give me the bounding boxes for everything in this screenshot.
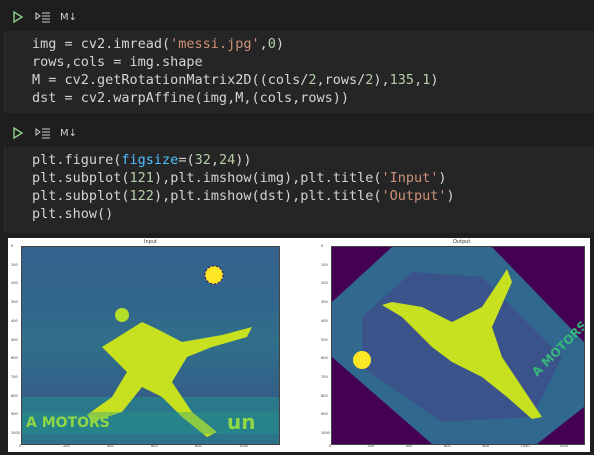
cell-1-toolbar: M↓: [0, 5, 594, 29]
markdown-toggle-button[interactable]: M↓: [60, 12, 77, 23]
play-icon: [12, 8, 24, 27]
code-line: plt.figure(figsize=(32,24)): [32, 152, 252, 168]
axis-tick-label: 200: [321, 281, 328, 286]
code-line: rows,cols = img.shape: [32, 54, 203, 70]
axis-tick-label: 0: [321, 244, 324, 248]
code-cell-1[interactable]: img = cv2.imread('messi.jpg',0) rows,col…: [4, 31, 594, 113]
run-cell-button[interactable]: [10, 125, 26, 141]
axis-tick-label: 300: [321, 300, 328, 305]
output-image: A MOTORS: [331, 246, 585, 445]
execute-above-icon: [35, 124, 51, 143]
axis-tick-label: 1000: [321, 431, 330, 435]
execute-above-button[interactable]: [34, 125, 52, 141]
axis-tick-label: 100: [11, 262, 18, 267]
code-cell-2[interactable]: plt.figure(figsize=(32,24)) plt.subplot(…: [4, 147, 594, 233]
axis-tick-label: 100: [321, 262, 328, 267]
axis-tick-label: 1000: [11, 431, 20, 435]
execute-above-icon: [35, 8, 51, 27]
axis-tick-label: 700: [11, 374, 18, 379]
run-cell-button[interactable]: [10, 9, 26, 25]
input-image: A MOTORS un: [21, 246, 280, 445]
banner-text: A MOTORS: [26, 415, 110, 431]
axis-tick-label: 600: [321, 356, 328, 361]
cell-output-figure: Input Output 0 100 200 300 400 500 600 700 800 90…: [8, 238, 590, 452]
axis-tick-label: 800: [11, 393, 18, 398]
markdown-toggle-button[interactable]: M↓: [60, 128, 77, 139]
axis-tick-label: 700: [321, 374, 328, 379]
axis-tick-label: 600: [11, 356, 18, 361]
axis-tick-label: 400: [321, 318, 328, 323]
cell-2-toolbar: M↓: [0, 121, 594, 145]
code-line: M = cv2.getRotationMatrix2D((cols/2,rows…: [32, 72, 439, 88]
code-line: plt.subplot(122),plt.imshow(dst),plt.tit…: [32, 188, 455, 204]
subplot-title-output: Output: [453, 239, 471, 245]
axis-tick-label: 800: [321, 393, 328, 398]
banner-text: un: [227, 410, 255, 434]
subplot-title-input: Input: [144, 239, 157, 245]
code-line: plt.show(): [32, 206, 114, 222]
axis-tick-label: 500: [11, 337, 18, 342]
axis-tick-label: 200: [11, 281, 18, 286]
play-icon: [12, 124, 24, 143]
axis-tick-label: 900: [11, 412, 18, 417]
code-line: plt.subplot(121),plt.imshow(img),plt.tit…: [32, 170, 447, 186]
axis-tick-label: 400: [11, 318, 18, 323]
code-line: img = cv2.imread('messi.jpg',0): [32, 36, 284, 52]
axis-tick-label: 900: [321, 412, 328, 417]
axis-tick-label: 300: [11, 300, 18, 305]
axis-tick-label: 500: [321, 337, 328, 342]
execute-above-button[interactable]: [34, 9, 52, 25]
axis-tick-label: 0: [11, 244, 14, 248]
code-line: dst = cv2.warpAffine(img,M,(cols,rows)): [32, 90, 349, 106]
